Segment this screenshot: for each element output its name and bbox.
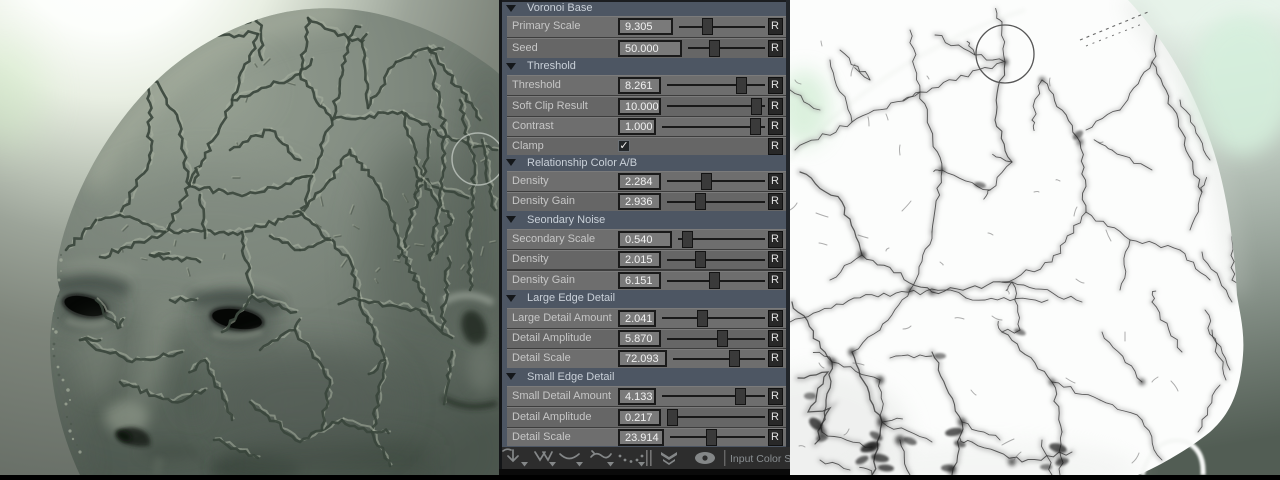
svg-text:Input Color S: Input Color S (730, 453, 790, 465)
